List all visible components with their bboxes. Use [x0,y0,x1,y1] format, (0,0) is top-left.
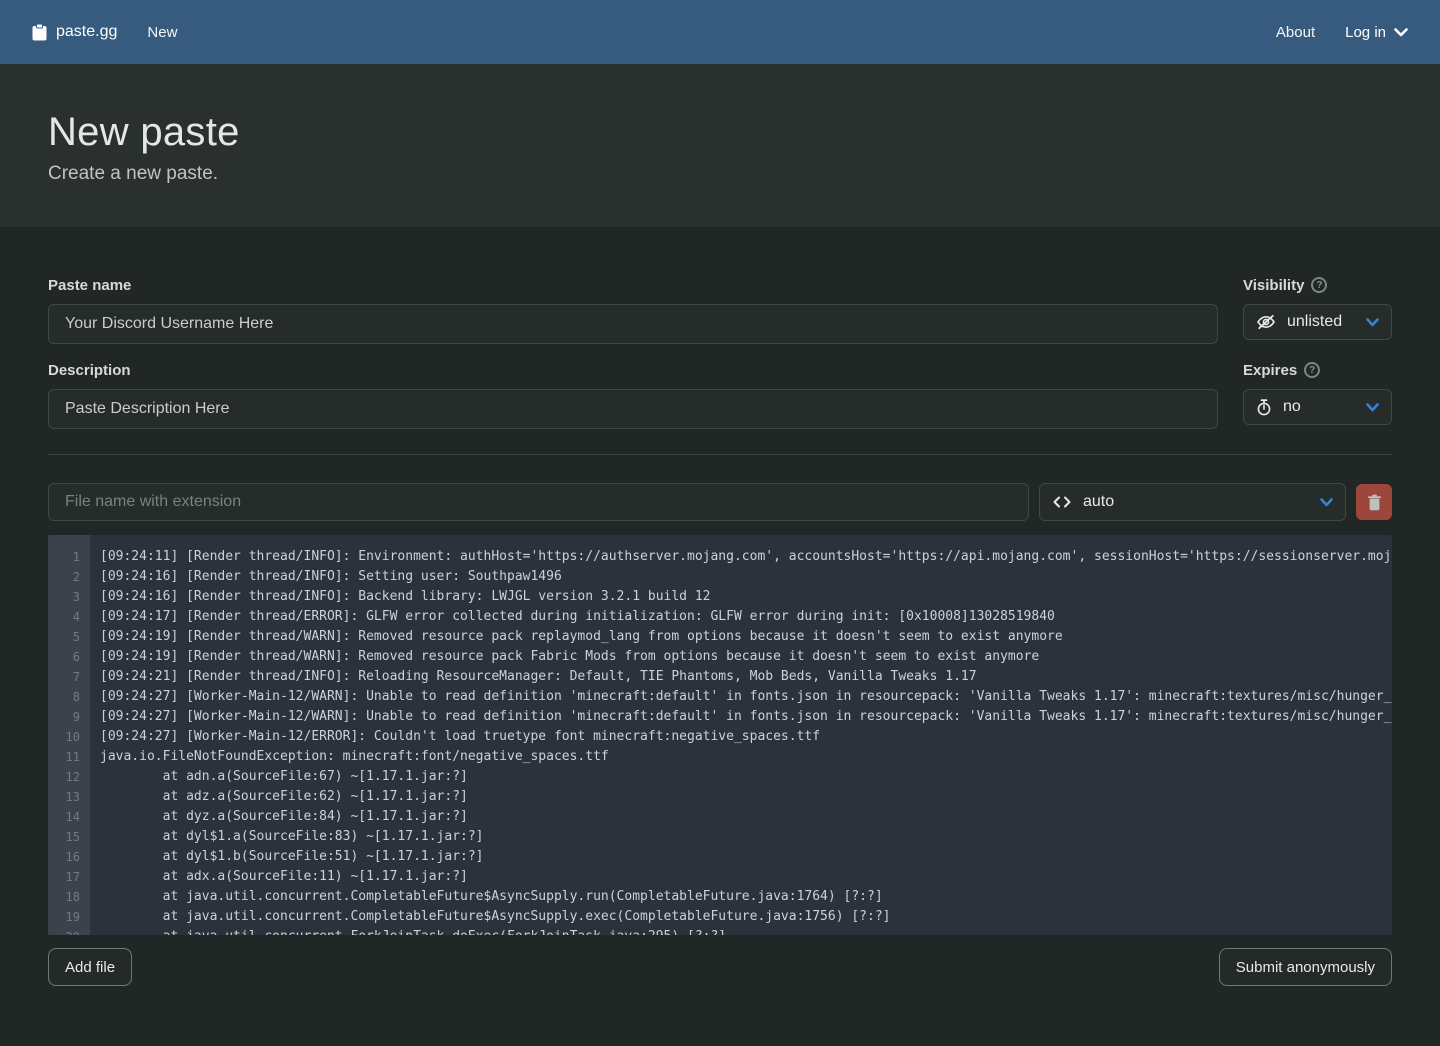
code-brackets-icon [1052,496,1072,508]
add-file-button[interactable]: Add file [48,948,132,986]
delete-file-button[interactable] [1356,484,1392,520]
page-title: New paste [48,110,1392,155]
line-number: 17 [48,867,80,887]
brand-label: paste.gg [56,23,117,41]
code-line: [09:24:16] [Render thread/INFO]: Backend… [100,587,1392,607]
line-number: 14 [48,807,80,827]
code-line: at dyz.a(SourceFile:84) ~[1.17.1.jar:?] [100,807,1392,827]
chevron-down-icon [1366,403,1379,412]
description-input[interactable] [48,389,1218,429]
eye-slash-icon [1256,314,1276,330]
clipboard-icon [32,24,47,41]
chevron-down-icon [1394,28,1408,37]
line-number: 18 [48,887,80,907]
code-line: at dyl$1.a(SourceFile:83) ~[1.17.1.jar:?… [100,827,1392,847]
code-line: [09:24:19] [Render thread/WARN]: Removed… [100,627,1392,647]
code-line: at adx.a(SourceFile:11) ~[1.17.1.jar:?] [100,867,1392,887]
submit-anonymously-button[interactable]: Submit anonymously [1219,948,1392,986]
line-number: 16 [48,847,80,867]
code-line: at adz.a(SourceFile:62) ~[1.17.1.jar:?] [100,787,1392,807]
login-label: Log in [1345,24,1386,41]
chevron-down-icon [1366,318,1379,327]
visibility-select[interactable]: unlisted [1243,304,1392,340]
code-line: [09:24:27] [Worker-Main-12/ERROR]: Could… [100,727,1392,747]
code-editor[interactable]: 1234567891011121314151617181920 [09:24:1… [48,535,1392,935]
code-line: [09:24:11] [Render thread/INFO]: Environ… [100,547,1392,567]
paste-name-label: Paste name [48,275,1218,295]
line-number: 15 [48,827,80,847]
line-number: 6 [48,647,80,667]
line-number: 9 [48,707,80,727]
language-value: auto [1083,493,1309,511]
visibility-value: unlisted [1287,313,1355,331]
line-number: 8 [48,687,80,707]
code-line: [09:24:16] [Render thread/INFO]: Setting… [100,567,1392,587]
line-number: 1 [48,547,80,567]
expires-label: Expires ? [1243,360,1392,380]
line-number: 20 [48,927,80,935]
navbar: paste.gg New About Log in [0,0,1440,64]
line-number: 10 [48,727,80,747]
editor-gutter: 1234567891011121314151617181920 [48,535,90,935]
line-number: 5 [48,627,80,647]
line-number: 19 [48,907,80,927]
chevron-down-icon [1320,498,1333,507]
line-number: 7 [48,667,80,687]
trash-icon [1367,494,1382,511]
page-header: New paste Create a new paste. [0,64,1440,227]
expires-value: no [1283,398,1355,416]
stopwatch-icon [1256,399,1272,416]
line-number: 12 [48,767,80,787]
expires-select[interactable]: no [1243,389,1392,425]
visibility-label: Visibility ? [1243,275,1392,295]
code-line: at java.util.concurrent.CompletableFutur… [100,907,1392,927]
visibility-help-icon[interactable]: ? [1311,277,1327,293]
file-name-input[interactable] [48,483,1029,521]
nav-item-login[interactable]: Log in [1345,24,1408,41]
language-select[interactable]: auto [1039,483,1346,521]
section-divider [48,454,1392,455]
code-line: at java.util.concurrent.CompletableFutur… [100,887,1392,907]
code-line: [09:24:27] [Worker-Main-12/WARN]: Unable… [100,687,1392,707]
page-subtitle: Create a new paste. [48,163,1392,185]
line-number: 3 [48,587,80,607]
expires-help-icon[interactable]: ? [1304,362,1320,378]
paste-name-input[interactable] [48,304,1218,344]
code-line: [09:24:27] [Worker-Main-12/WARN]: Unable… [100,707,1392,727]
code-line: at dyl$1.b(SourceFile:51) ~[1.17.1.jar:?… [100,847,1392,867]
line-number: 11 [48,747,80,767]
nav-item-about[interactable]: About [1276,24,1315,41]
code-line: [09:24:21] [Render thread/INFO]: Reloadi… [100,667,1392,687]
code-line: [09:24:17] [Render thread/ERROR]: GLFW e… [100,607,1392,627]
code-line: java.io.FileNotFoundException: minecraft… [100,747,1392,767]
line-number: 13 [48,787,80,807]
code-line: at adn.a(SourceFile:67) ~[1.17.1.jar:?] [100,767,1392,787]
nav-item-new[interactable]: New [147,24,177,41]
line-number: 4 [48,607,80,627]
main-content: Paste name Visibility ? unlisted [0,227,1440,1046]
description-label: Description [48,360,1218,380]
code-line: [09:24:19] [Render thread/WARN]: Removed… [100,647,1392,667]
code-line: at java.util.concurrent.ForkJoinTask.doE… [100,927,1392,935]
editor-code[interactable]: [09:24:11] [Render thread/INFO]: Environ… [90,535,1392,935]
brand-link[interactable]: paste.gg [32,23,117,41]
line-number: 2 [48,567,80,587]
